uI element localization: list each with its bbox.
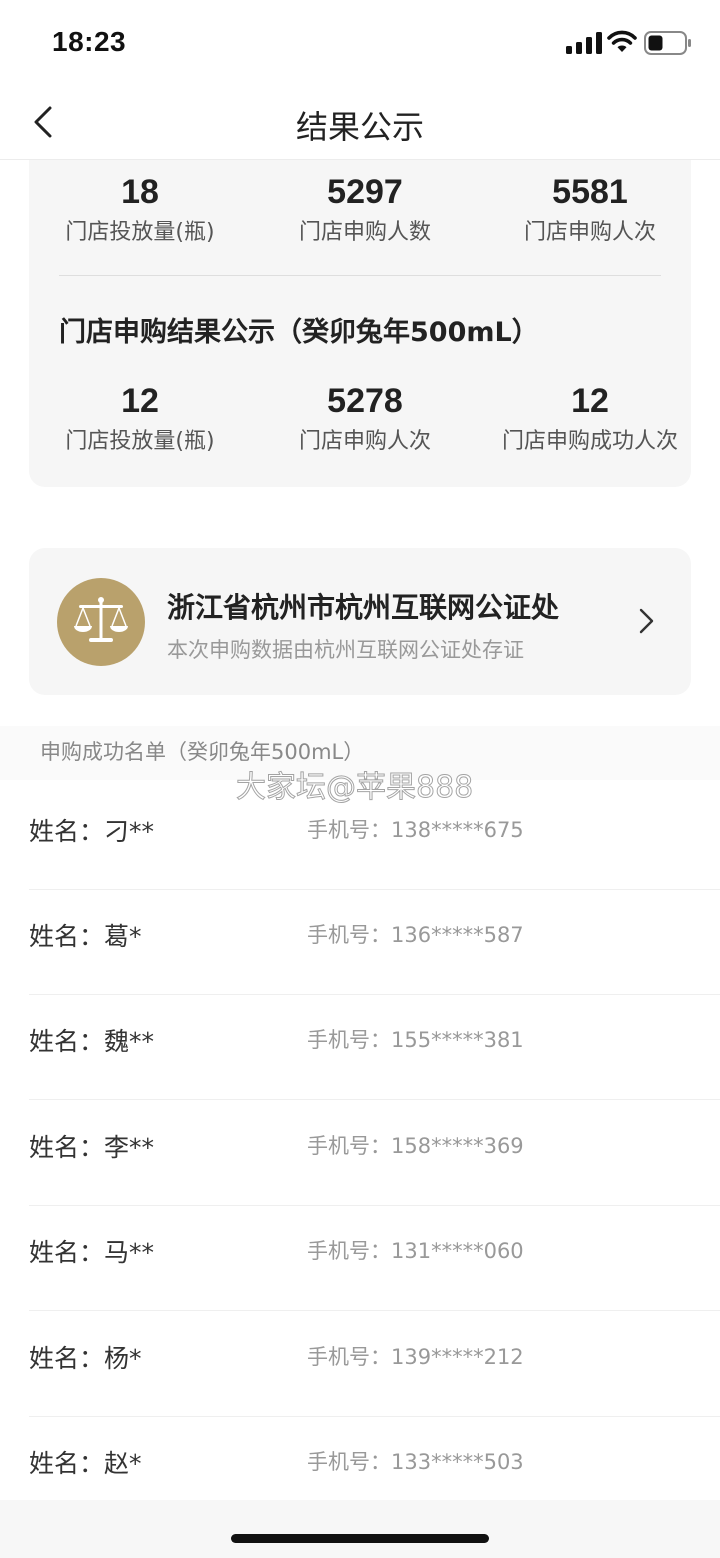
stat-label: 门店申购成功人次 — [501, 429, 678, 454]
notary-subtitle: 本次申购数据由杭州互联网公证处存证 — [167, 638, 524, 662]
row-name: 姓名：马** — [29, 1238, 155, 1267]
signal-icon — [566, 32, 602, 54]
row-phone: 手机号：131*****060 — [307, 1239, 524, 1263]
row-name: 姓名：李** — [29, 1133, 155, 1162]
status-bar: 18:23 — [0, 0, 720, 86]
bottom-bar — [0, 1500, 720, 1558]
home-indicator[interactable] — [231, 1534, 489, 1543]
nav-bar: 结果公示 — [0, 86, 720, 160]
stat-top-allocation: 18 门店投放量(瓶) — [30, 172, 250, 248]
row-phone: 手机号：136*****587 — [307, 923, 524, 947]
row-name: 姓名：刁** — [29, 817, 155, 846]
row-phone: 手机号：133*****503 — [307, 1450, 524, 1474]
stats-card: 18 门店投放量(瓶) 5297 门店申购人数 5581 门店申购人次 门店申购… — [29, 160, 691, 487]
stat-bottom-applications: 5278 门店申购人次 — [255, 381, 475, 457]
row-phone: 手机号：138*****675 — [307, 818, 524, 842]
list-item: 姓名：李** 手机号：158*****369 — [29, 1100, 720, 1206]
row-phone: 手机号：158*****369 — [307, 1134, 524, 1158]
row-name: 姓名：葛* — [29, 922, 142, 951]
chevron-right-icon[interactable] — [635, 606, 657, 636]
list-item: 姓名：马** 手机号：131*****060 — [29, 1205, 720, 1311]
stat-bottom-allocation: 12 门店投放量(瓶) — [30, 381, 250, 457]
stat-bottom-successes: 12 门店申购成功人次 — [480, 381, 700, 457]
stat-value: 12 — [571, 382, 609, 420]
stat-value: 12 — [121, 382, 159, 420]
row-phone: 手机号：155*****381 — [307, 1028, 524, 1052]
scale-icon — [74, 597, 128, 642]
stat-value: 5278 — [327, 382, 403, 420]
list-item: 姓名：魏** 手机号：155*****381 — [29, 994, 720, 1100]
stat-label: 门店投放量(瓶) — [65, 220, 215, 245]
stat-top-applicants: 5297 门店申购人数 — [255, 172, 475, 248]
battery-icon — [644, 31, 691, 55]
stat-value: 5581 — [552, 173, 628, 211]
row-name: 姓名：魏** — [29, 1027, 155, 1056]
notary-badge — [57, 578, 145, 666]
stat-label: 门店申购人次 — [298, 429, 431, 454]
section-title: 门店申购结果公示（癸卯兔年500mL） — [59, 317, 539, 348]
status-time: 18:23 — [52, 26, 127, 57]
stat-value: 5297 — [327, 173, 403, 211]
notary-title: 浙江省杭州市杭州互联网公证处 — [167, 591, 560, 624]
divider — [59, 275, 661, 276]
list-item: 姓名：杨* 手机号：139*****212 — [29, 1311, 720, 1417]
stat-label: 门店申购人数 — [298, 220, 431, 245]
wifi-icon — [607, 30, 637, 52]
row-name: 姓名：赵* — [29, 1449, 142, 1478]
row-name: 姓名：杨* — [29, 1344, 142, 1373]
row-phone: 手机号：139*****212 — [307, 1345, 524, 1369]
list-item: 姓名：刁** 手机号：138*****675 — [29, 784, 720, 890]
stat-top-applications: 5581 门店申购人次 — [480, 172, 700, 248]
stat-label: 门店申购人次 — [523, 220, 656, 245]
notary-card[interactable]: 浙江省杭州市杭州互联网公证处 本次申购数据由杭州互联网公证处存证 — [29, 548, 691, 695]
stat-label: 门店投放量(瓶) — [65, 429, 215, 454]
page-title: 结果公示 — [295, 108, 424, 146]
list-item: 姓名：葛* 手机号：136*****587 — [29, 889, 720, 995]
stat-value: 18 — [121, 173, 159, 211]
